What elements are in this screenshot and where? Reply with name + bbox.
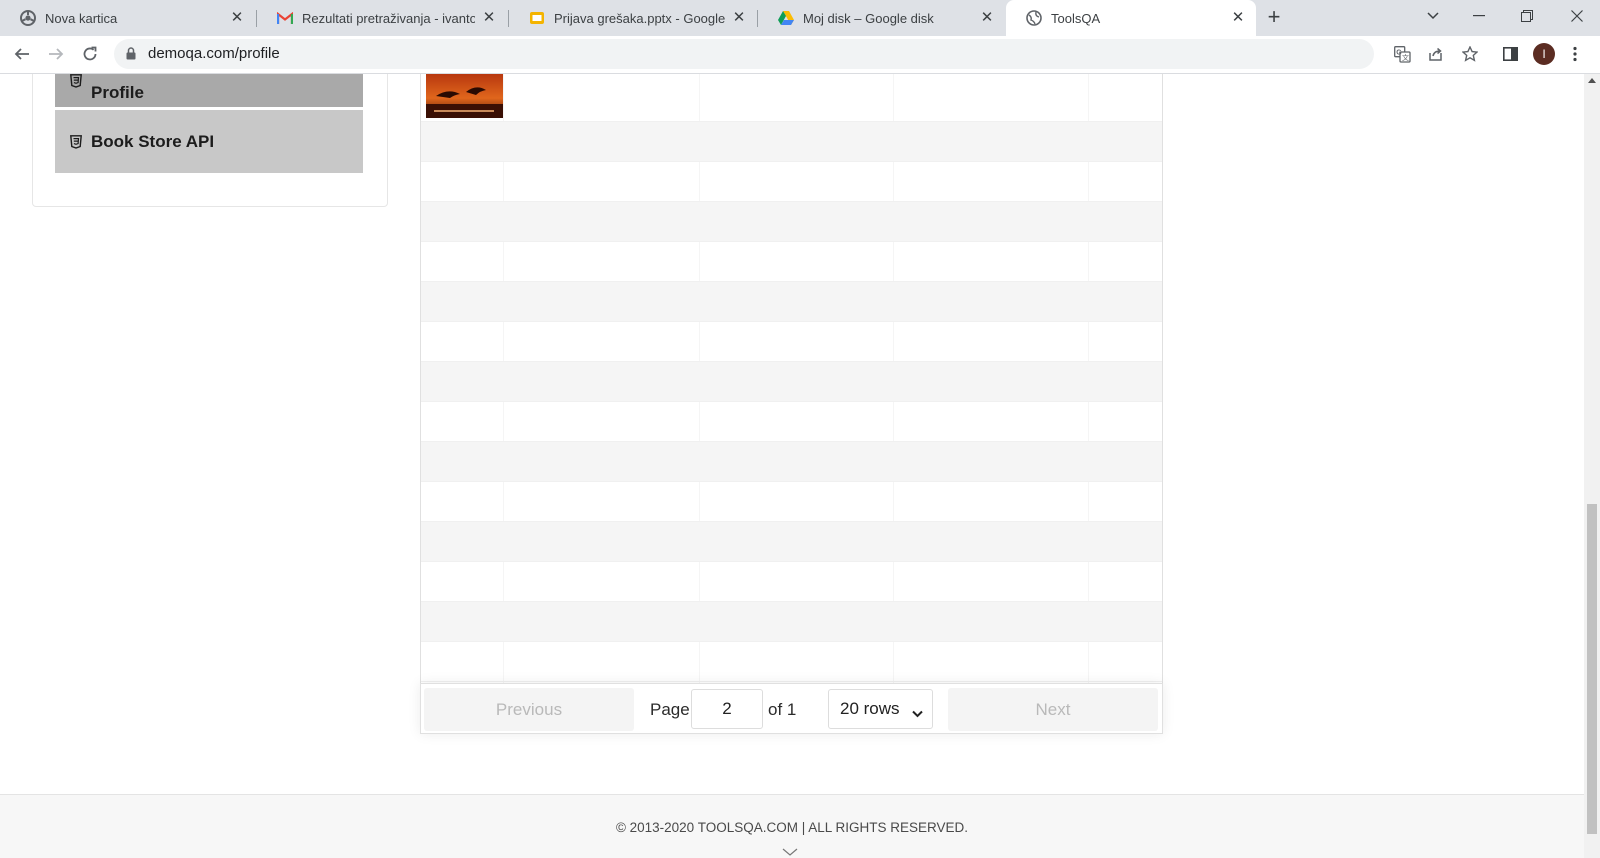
- books-table: [420, 74, 1163, 684]
- tab-nova-kartica[interactable]: Nova kartica ✕: [0, 0, 255, 36]
- page-label: Page: [650, 700, 690, 719]
- translate-icon[interactable]: G文: [1392, 44, 1412, 64]
- page-viewport: Profile Book Store API Previous Page 2 o…: [0, 74, 1584, 858]
- share-icon[interactable]: [1426, 44, 1446, 64]
- table-row: [421, 442, 1162, 482]
- pagination-bar: Previous Page 2 of 1 20 rows Next: [420, 683, 1163, 734]
- scroll-up-arrow-icon[interactable]: [1588, 78, 1596, 83]
- url-text[interactable]: demoqa.com/profile: [148, 45, 280, 62]
- back-arrow-icon: [14, 48, 29, 60]
- close-icon[interactable]: ✕: [979, 10, 995, 26]
- address-bar[interactable]: demoqa.com/profile G文: [114, 39, 1478, 69]
- chevron-down-icon[interactable]: [782, 843, 798, 858]
- reload-button[interactable]: [76, 40, 104, 68]
- page-footer: © 2013-2020 TOOLSQA.COM | ALL RIGHTS RES…: [0, 794, 1584, 858]
- chevron-down-icon: [912, 703, 923, 723]
- tab-strip: Nova kartica ✕ Rezultati pretraživanja -…: [0, 0, 1600, 36]
- table-row: [421, 482, 1162, 522]
- sidebar-item-label: Book Store API: [91, 131, 215, 151]
- tab-title: Prijava grešaka.pptx - Google pre: [554, 10, 725, 26]
- table-row: [421, 202, 1162, 242]
- tab-google-drive[interactable]: Moj disk – Google disk ✕: [758, 0, 1005, 36]
- sidebar-item-profile[interactable]: Profile: [55, 74, 363, 107]
- drive-icon: [778, 10, 794, 26]
- table-row: [421, 242, 1162, 282]
- close-icon[interactable]: ✕: [1230, 10, 1246, 26]
- table-row: [421, 402, 1162, 442]
- table-row: [421, 602, 1162, 642]
- tab-title: ToolsQA: [1051, 10, 1101, 26]
- close-icon[interactable]: ✕: [481, 10, 497, 26]
- rows-per-page-select[interactable]: 20 rows: [828, 689, 933, 729]
- rows-per-page-value: 20 rows: [840, 699, 900, 718]
- kebab-menu-icon: [1573, 46, 1577, 62]
- previous-button[interactable]: Previous: [424, 688, 634, 731]
- page-scrollbar[interactable]: [1584, 74, 1600, 858]
- more-menu-button[interactable]: [1564, 40, 1586, 68]
- tab-search-button[interactable]: [1410, 0, 1456, 32]
- tab-title: Moj disk – Google disk: [803, 10, 934, 26]
- page-number-input[interactable]: 2: [691, 689, 763, 729]
- sidebar-item-book-store-api[interactable]: Book Store API: [55, 110, 363, 173]
- table-row: [421, 162, 1162, 202]
- table-row: [421, 362, 1162, 402]
- table-row: [421, 322, 1162, 362]
- tab-google-slides[interactable]: Prijava grešaka.pptx - Google pre ✕: [509, 0, 757, 36]
- tab-title: Rezultati pretraživanja - ivantoma: [302, 10, 475, 26]
- next-button[interactable]: Next: [948, 688, 1158, 731]
- book-cover-image[interactable]: [426, 74, 503, 118]
- table-row: [421, 522, 1162, 562]
- table-row: [421, 562, 1162, 602]
- table-row: [421, 122, 1162, 162]
- table-row: [421, 74, 1162, 122]
- page-total-label: of 1: [768, 700, 797, 719]
- tab-title: Nova kartica: [45, 10, 118, 26]
- reload-icon: [83, 46, 97, 61]
- globe-icon: [1026, 10, 1042, 26]
- svg-text:文: 文: [1402, 53, 1409, 62]
- browser-toolbar: demoqa.com/profile G文 I: [0, 36, 1600, 74]
- table-row: [421, 642, 1162, 682]
- sidebar-item-label: Profile: [91, 83, 144, 102]
- new-tab-button[interactable]: +: [1262, 6, 1286, 30]
- close-window-button[interactable]: [1554, 0, 1600, 32]
- restore-button[interactable]: [1504, 0, 1550, 32]
- avatar: I: [1533, 43, 1555, 65]
- forward-button[interactable]: [42, 40, 70, 68]
- table-row: [421, 282, 1162, 322]
- side-panel-button[interactable]: [1496, 40, 1524, 68]
- tab-gmail[interactable]: Rezultati pretraživanja - ivantoma ✕: [257, 0, 507, 36]
- forward-arrow-icon: [49, 48, 64, 60]
- gmail-icon: [277, 10, 293, 26]
- html5-icon: [69, 74, 83, 89]
- back-button[interactable]: [8, 40, 36, 68]
- scrollbar-thumb[interactable]: [1587, 504, 1597, 834]
- side-panel-icon: [1502, 47, 1518, 61]
- sidebar-menu: Profile Book Store API: [32, 74, 388, 207]
- slides-icon: [529, 10, 545, 26]
- profile-button[interactable]: I: [1530, 40, 1558, 68]
- minimize-button[interactable]: [1456, 0, 1502, 32]
- close-icon[interactable]: ✕: [229, 10, 245, 26]
- copyright-text: © 2013-2020 TOOLSQA.COM | ALL RIGHTS RES…: [615, 820, 969, 835]
- html5-icon: [69, 134, 83, 150]
- chrome-icon: [20, 10, 36, 26]
- tab-toolsqa[interactable]: ToolsQA ✕: [1006, 0, 1256, 36]
- lock-icon[interactable]: [126, 47, 136, 65]
- close-icon[interactable]: ✕: [731, 10, 747, 26]
- bookmark-star-icon[interactable]: [1460, 44, 1480, 64]
